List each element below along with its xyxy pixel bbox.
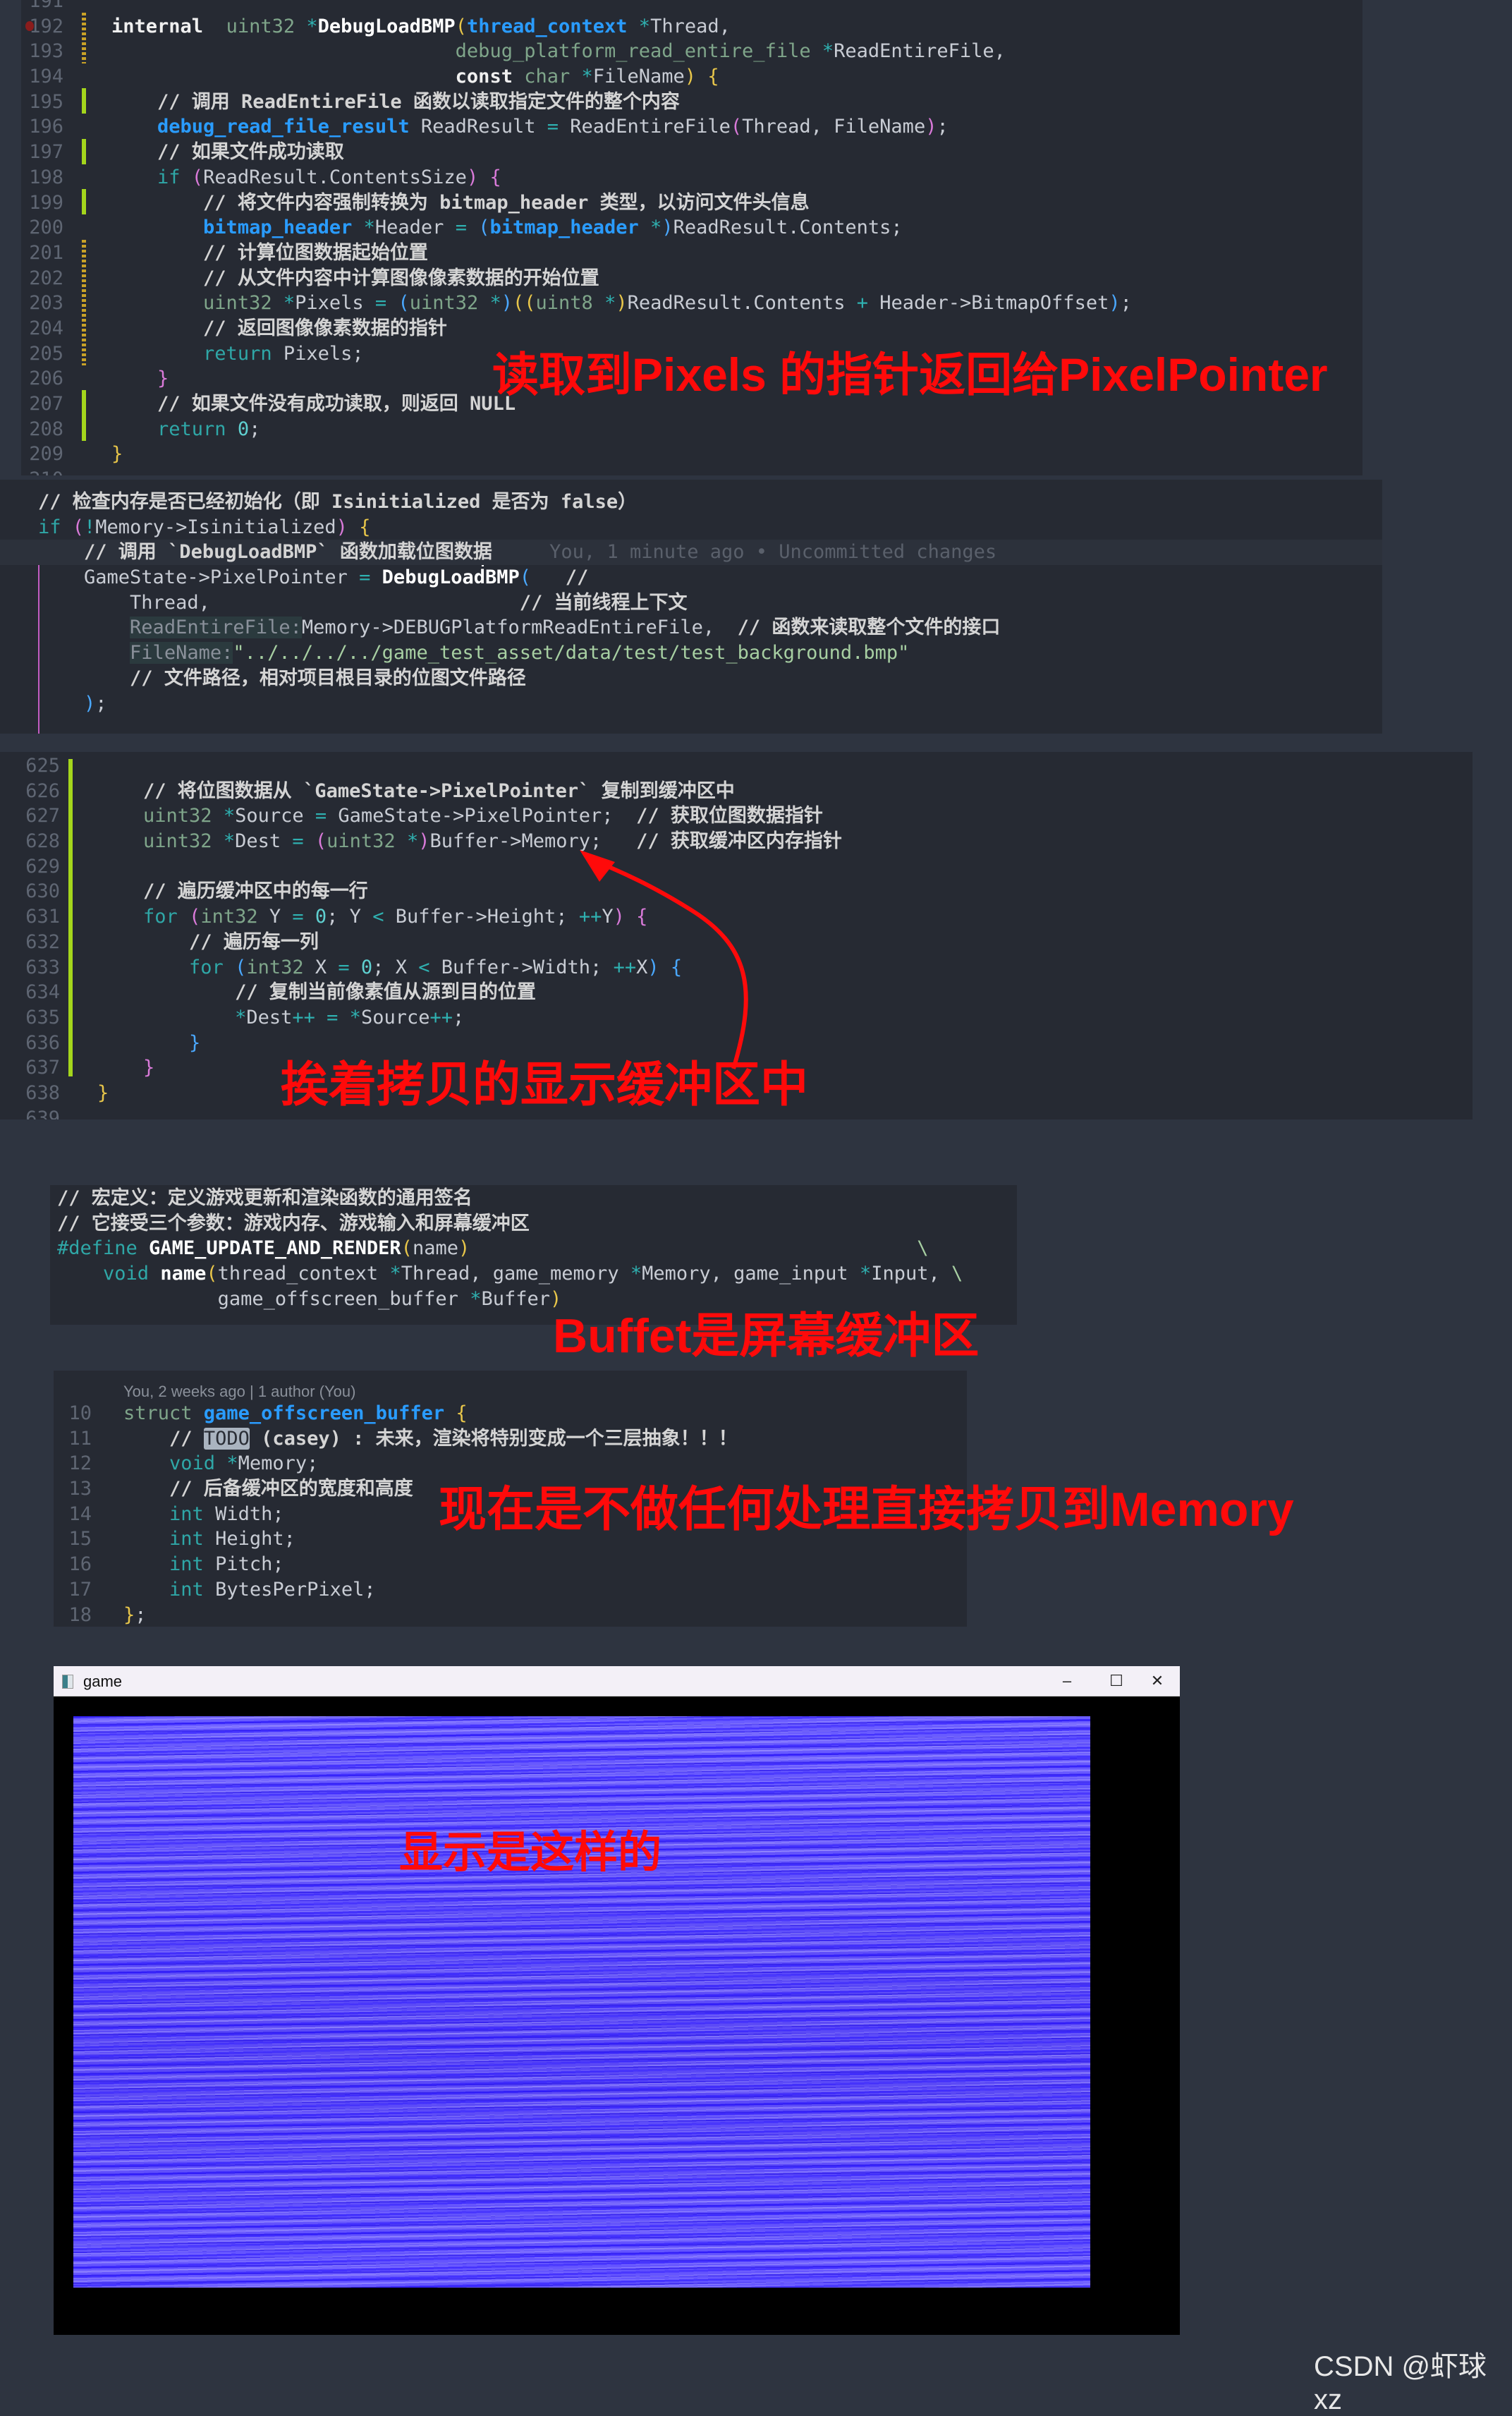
game-render-output (73, 1716, 1090, 2288)
window-app-icon (62, 1675, 73, 1689)
maximize-button[interactable]: ☐ (1102, 1669, 1130, 1693)
window-titlebar[interactable]: game – ☐ ✕ (54, 1666, 1180, 1696)
watermark: CSDN @虾球xz (1314, 2351, 1487, 2415)
arrow-curve (587, 855, 748, 1069)
game-window[interactable]: game – ☐ ✕ 显示是这样的 (54, 1666, 1180, 2335)
close-button[interactable]: ✕ (1143, 1669, 1171, 1693)
annotation-display-result: 显示是这样的 (399, 1828, 662, 1877)
arrow-head (580, 850, 615, 882)
minimize-button[interactable]: – (1053, 1669, 1081, 1693)
window-title: game (83, 1673, 123, 1690)
